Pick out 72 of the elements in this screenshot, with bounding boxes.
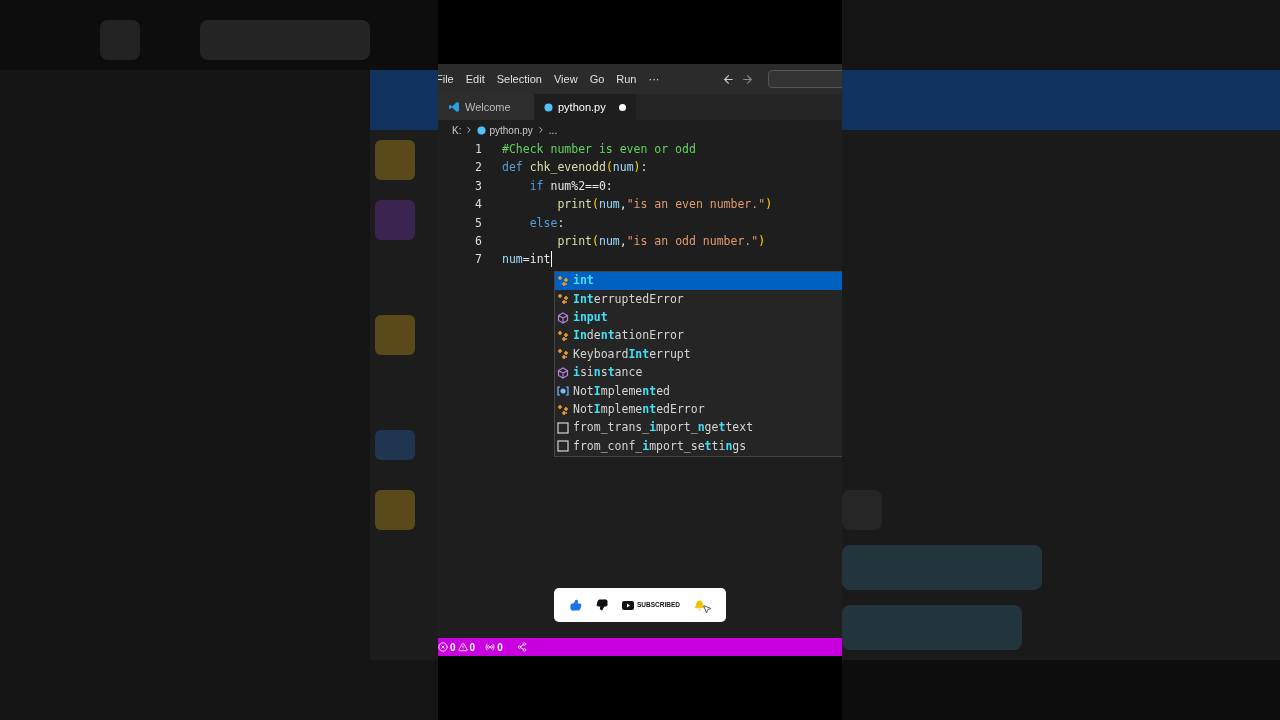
menu-item[interactable]: View [547, 70, 584, 88]
ports-count[interactable]: 0 [497, 639, 503, 655]
breadcrumb-file[interactable]: python.py [489, 122, 533, 138]
menu-item[interactable]: Run [610, 70, 643, 88]
line-number: 4 [474, 196, 482, 214]
suggestion-label: IndentationError [573, 327, 684, 345]
dislike-icon[interactable] [596, 599, 608, 611]
suggestion-item[interactable]: isinstance [555, 363, 842, 383]
code-line: print(num,"is an even number.") [556, 196, 773, 214]
line-number: 7 [474, 251, 482, 269]
search-field[interactable] [768, 70, 842, 88]
suggestion-item[interactable]: input [555, 308, 842, 327]
breadcrumb-drive[interactable]: K: [452, 122, 462, 138]
play-logo-icon [622, 600, 634, 610]
code-line: num=int [502, 251, 551, 269]
warning-icon [457, 642, 468, 652]
menu-item[interactable]: Go [583, 70, 611, 88]
breadcrumb-more[interactable]: ... [548, 122, 558, 138]
like-icon[interactable] [570, 599, 582, 611]
class-icon [557, 293, 569, 306]
menu-item[interactable]: ··· [642, 70, 666, 88]
code-line: #Check number is even or odd [502, 141, 696, 158]
suggestion-label: isinstance [573, 364, 643, 382]
forward-arrow-icon[interactable] [741, 72, 754, 86]
editor-logo-icon [448, 101, 460, 113]
class-icon [557, 274, 569, 287]
line-number: 1 [474, 141, 482, 158]
code-line: else: [528, 214, 565, 232]
suggestion-item[interactable]: KeyboardInterrupt [555, 345, 842, 364]
error-count[interactable]: 0 [450, 639, 456, 655]
suggestion-item[interactable]: IndentationError [555, 326, 842, 346]
back-arrow-icon[interactable] [722, 72, 735, 86]
editor-tab[interactable]: python.py [534, 94, 636, 120]
suggestion-label: NotImplemented [573, 382, 670, 400]
code-line: if num%2==0: [528, 177, 613, 195]
suggestion-item[interactable]: NotImplementedError [555, 400, 842, 419]
square-icon [557, 440, 569, 453]
suggestion-item[interactable]: InterruptedError [555, 290, 842, 309]
class-icon [557, 403, 569, 416]
error-icon [438, 642, 448, 652]
suggestion-label: input [573, 309, 608, 327]
suggestion-label: int [573, 272, 594, 290]
suggestion-item[interactable]: NotImplemented [555, 382, 842, 401]
square-icon [557, 422, 569, 435]
suggestion-label: from_conf_import_settings [573, 437, 747, 455]
share-icon[interactable] [516, 642, 527, 652]
suggestion-label: from_trans_import_ngettext [573, 419, 754, 437]
python-file-icon [544, 102, 553, 112]
menu-item[interactable]: Selection [490, 70, 548, 88]
class-icon [557, 330, 569, 343]
cube-icon [557, 311, 569, 324]
bell-icon[interactable] [694, 599, 705, 611]
menu-item[interactable]: Edit [459, 70, 491, 88]
suggestion-item[interactable]: from_trans_import_ngettext [555, 418, 842, 438]
line-number: 5 [474, 214, 482, 232]
python-file-icon [477, 125, 487, 135]
suggestion-item[interactable]: from_conf_import_settings [555, 437, 842, 456]
cube-icon [557, 366, 569, 379]
suggestion-label: KeyboardInterrupt [573, 345, 691, 363]
mouse-pointer-icon [702, 604, 712, 614]
code-line: print(num,"is an odd number.") [556, 232, 766, 250]
line-number: 6 [474, 232, 482, 250]
suggestion-label: InterruptedError [573, 290, 684, 308]
suggestion-label: NotImplementedError [573, 401, 705, 419]
suggestion-item[interactable]: int [555, 271, 842, 291]
class-icon [557, 348, 569, 361]
line-number: 2 [474, 159, 482, 177]
warning-count[interactable]: 0 [469, 639, 476, 655]
line-number: 3 [474, 177, 482, 195]
variable-icon [557, 385, 569, 398]
editor-tab[interactable]: Welcome [438, 94, 534, 120]
code-line: def chk_evenodd(num): [502, 159, 648, 177]
